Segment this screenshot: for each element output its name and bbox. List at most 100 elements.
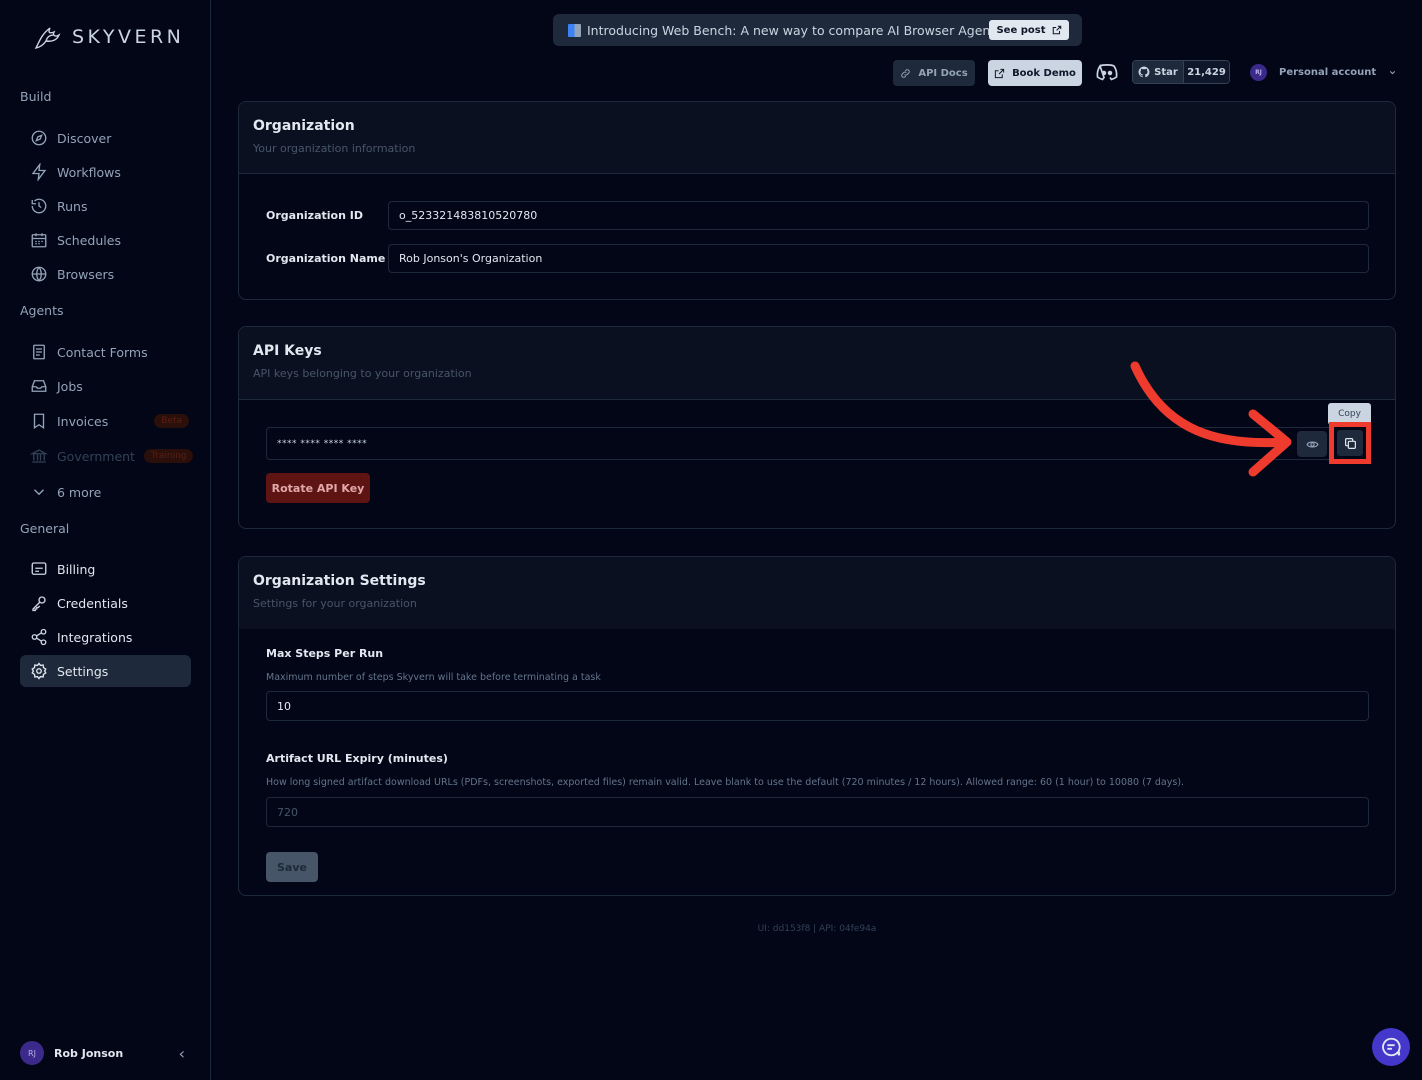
divider [239,399,1395,400]
avatar: RJ [20,1041,44,1065]
sidebar-item-schedules[interactable]: Schedules [20,224,191,256]
api-docs-label: API Docs [918,67,968,79]
sidebar-item-runs[interactable]: Runs [20,190,191,222]
user-name: Rob Jonson [54,1046,124,1060]
max-steps-help: Maximum number of steps Skyvern will tak… [266,672,601,683]
github-star[interactable]: Star [1133,61,1183,83]
book-demo-label: Book Demo [1012,67,1076,79]
sidebar-item-workflows[interactable]: Workflows [20,156,191,188]
section-general: General [20,521,70,536]
collapse-sidebar-icon[interactable]: ‹ [179,1044,185,1063]
sidebar-item-label: Runs [57,198,88,214]
version-info: UI: dd153f8 | API: 04fe94a [757,924,877,934]
eye-icon [1305,441,1319,447]
chat-launcher[interactable] [1372,1028,1410,1066]
sidebar-item-label: Settings [57,663,109,679]
billing-icon [31,562,47,575]
training-badge: Training [143,449,194,463]
key-icon [32,596,46,612]
organization-card-header: Organization Your organization informati… [239,102,1395,173]
gear-icon [31,662,47,680]
account-label: Personal account [1279,67,1377,78]
sidebar-item-label: Billing [57,561,96,577]
api-keys-subtitle: API keys belonging to your organization [253,367,472,380]
sidebar-item-settings[interactable]: Settings [20,655,191,687]
api-docs-button[interactable]: API Docs [893,60,975,86]
lightning-icon [31,163,47,181]
sidebar-item-label: Government [57,448,135,464]
sidebar-item-label: 6 more [57,484,102,500]
see-post-label: See post [996,24,1046,36]
banner-text: Introducing Web Bench: A new way to comp… [587,22,1002,38]
sidebar-item-label: Invoices [57,413,109,429]
sidebar-item-label: Integrations [57,629,133,645]
api-keys-title: API Keys [253,343,322,359]
see-post-button[interactable]: See post [989,20,1069,40]
sidebar-item-credentials[interactable]: Credentials [20,587,191,619]
chat-bubble-icon [1382,1037,1401,1057]
sidebar-item-integrations[interactable]: Integrations [20,621,191,653]
expiry-input[interactable]: 720 [266,797,1369,827]
form-icon [33,344,45,360]
github-star-count[interactable]: 21,429 [1183,61,1229,83]
organization-name-field[interactable]: Rob Jonson's Organization [388,244,1369,273]
organization-subtitle: Your organization information [253,142,416,155]
api-keys-card-header: API Keys API keys belonging to your orga… [239,327,1395,399]
sidebar-item-label: Workflows [57,164,121,180]
api-keys-card: API Keys API keys belonging to your orga… [238,326,1396,529]
api-key-field[interactable]: **** **** **** **** [266,427,1341,460]
sidebar-item-discover[interactable]: Discover [20,122,191,154]
copy-icon [1344,437,1356,449]
inbox-icon [31,380,47,392]
beta-badge: Beta [154,414,189,428]
brand-name: SKYVERN [72,26,185,48]
sidebar-item-contact-forms[interactable]: Contact Forms [20,336,191,368]
section-build: Build [20,89,52,104]
sidebar-item-label: Credentials [57,595,128,611]
org-settings-card: Organization Settings Settings for your … [238,556,1396,896]
reveal-key-button[interactable] [1297,431,1327,457]
org-settings-subtitle: Settings for your organization [253,597,417,610]
section-agents: Agents [20,303,64,318]
save-button[interactable]: Save [266,852,318,882]
organization-id-label: Organization ID [266,209,363,222]
sidebar-item-invoices[interactable]: Invoices Beta [20,405,191,437]
sidebar-item-billing[interactable]: Billing [20,553,191,585]
org-settings-title: Organization Settings [253,573,426,589]
compass-icon [31,130,47,146]
bookmark-icon [33,413,45,430]
organization-id-field[interactable]: o_523321483810520780 [388,201,1369,230]
sidebar-item-label: Browsers [57,266,115,282]
bank-icon [30,449,48,463]
copy-key-button[interactable] [1329,422,1371,464]
sidebar: SKYVERN Build Discover Workflows Runs Sc… [0,0,211,1080]
rotate-api-key-button[interactable]: Rotate API Key [266,473,370,503]
sidebar-item-label: Schedules [57,232,121,248]
user-footer[interactable]: RJ Rob Jonson ‹ [20,1040,191,1066]
link-icon [901,68,911,78]
copy-key-button-inner[interactable] [1337,430,1363,456]
chevron-down-icon [1389,70,1396,75]
chart-icon [568,23,581,37]
book-demo-button[interactable]: Book Demo [988,60,1082,86]
max-steps-input[interactable]: 10 [266,691,1369,721]
calendar-icon [31,233,47,248]
sidebar-item-browsers[interactable]: Browsers [20,258,191,290]
history-icon [31,198,47,214]
chevron-down-icon [34,489,44,496]
account-switcher[interactable]: RJ Personal account [1250,64,1397,81]
sidebar-item-label: Jobs [57,378,83,394]
sidebar-item-more[interactable]: 6 more [20,476,191,508]
github-star-button[interactable]: Star 21,429 [1132,60,1230,84]
announcement-banner: Introducing Web Bench: A new way to comp… [553,14,1082,46]
max-steps-label: Max Steps Per Run [266,647,384,660]
share-nodes-icon [31,628,47,646]
sidebar-item-government[interactable]: Government Training [20,440,194,472]
divider [239,173,1395,174]
brand-logo[interactable]: SKYVERN [32,22,184,52]
organization-name-label: Organization Name [266,252,386,265]
discord-icon[interactable] [1095,62,1119,82]
organization-id-row: Organization ID o_523321483810520780 [266,201,1369,230]
sidebar-item-label: Discover [57,130,112,146]
sidebar-item-jobs[interactable]: Jobs [20,370,191,402]
